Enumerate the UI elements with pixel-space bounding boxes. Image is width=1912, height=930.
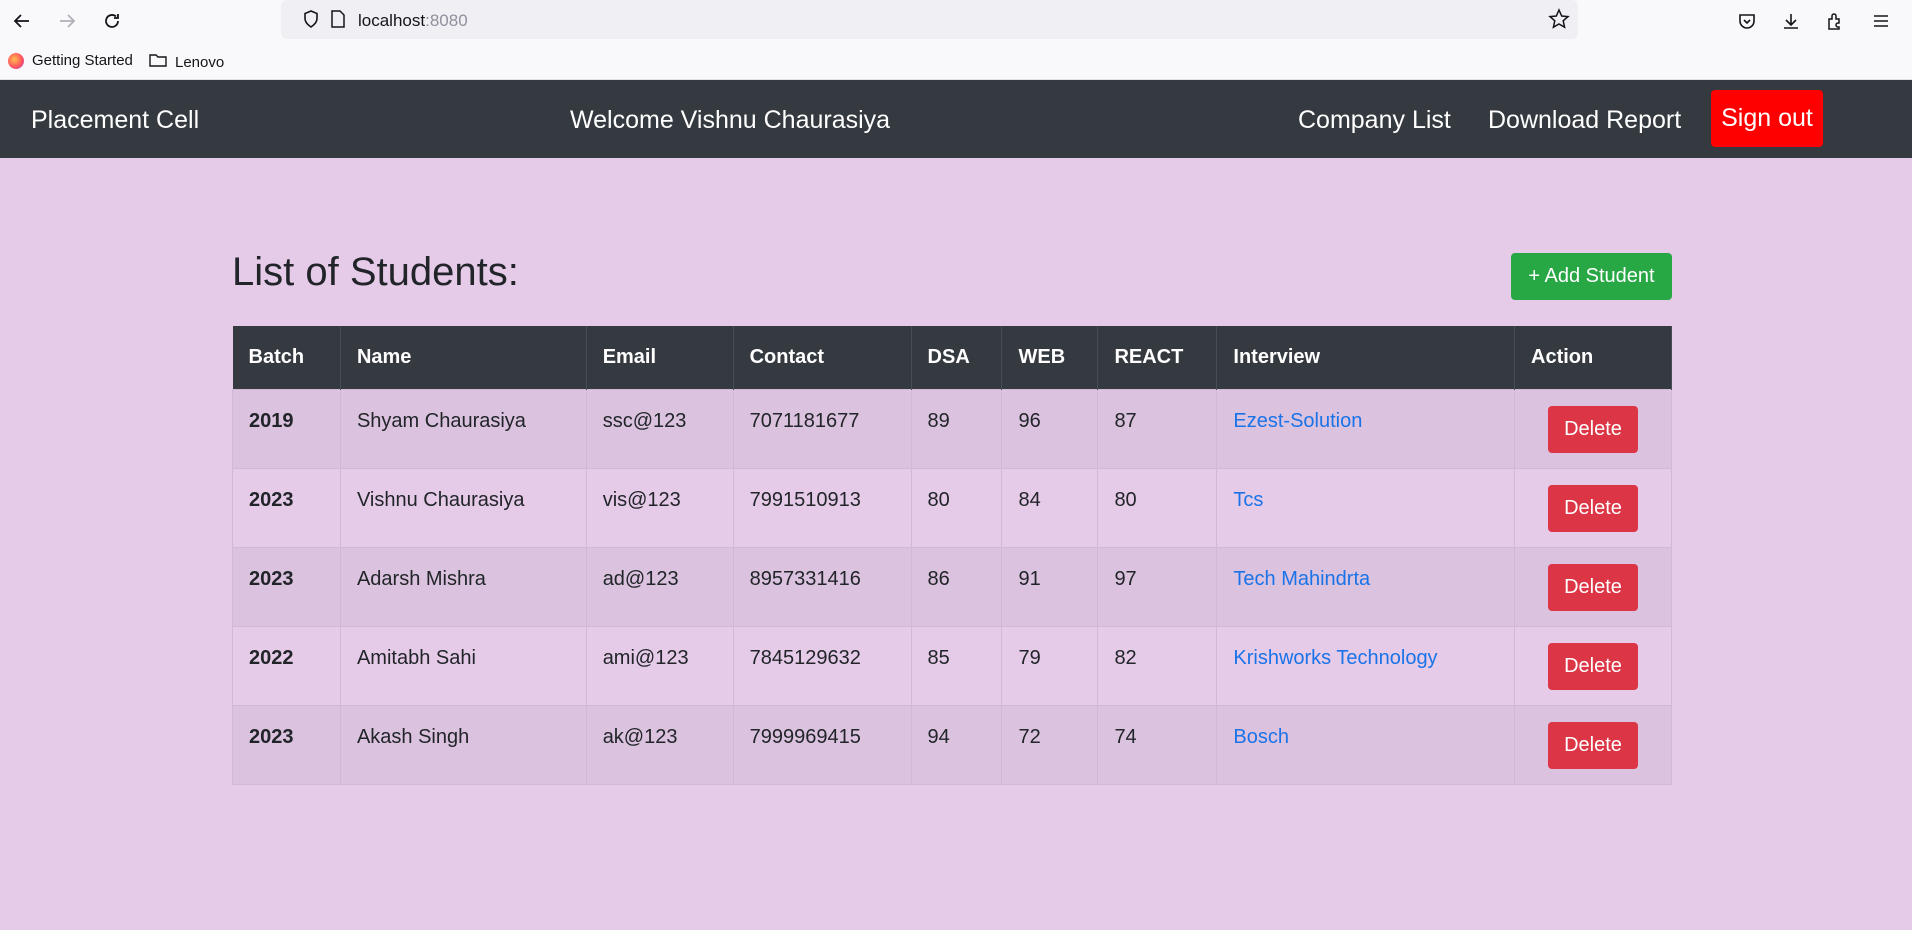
bookmark-label: Lenovo: [175, 53, 225, 71]
cell-action: Delete: [1514, 546, 1672, 627]
cell-email: ami@123: [585, 625, 734, 706]
interview-link[interactable]: Tcs: [1233, 489, 1263, 511]
cell-web: 91: [1001, 546, 1099, 627]
bookmark-getting-started[interactable]: Getting Started: [8, 52, 133, 69]
cell-email: ssc@123: [585, 388, 734, 469]
extensions-icon[interactable]: [1821, 7, 1849, 35]
cell-name: Shyam Chaurasiya: [339, 388, 587, 469]
cell-email: vis@123: [585, 467, 734, 548]
browser-toolbar: localhost:8080: [0, 0, 1912, 42]
bookmarks-bar: Getting Started Lenovo: [0, 42, 1912, 80]
cell-action: Delete: [1514, 467, 1672, 548]
header-dsa: DSA: [911, 326, 1003, 389]
cell-email: ak@123: [585, 704, 734, 785]
download-report-link[interactable]: Download Report: [1488, 106, 1681, 135]
page-title: List of Students:: [232, 250, 519, 294]
cell-dsa: 89: [910, 388, 1003, 469]
delete-button[interactable]: Delete: [1548, 721, 1638, 769]
cell-react: 74: [1097, 704, 1218, 785]
interview-link[interactable]: Bosch: [1233, 726, 1289, 748]
header-react: REACT: [1097, 326, 1218, 389]
download-icon[interactable]: [1777, 7, 1805, 35]
delete-button[interactable]: Delete: [1548, 563, 1638, 611]
page-icon[interactable]: [329, 9, 347, 34]
cell-interview: Ezest-Solution: [1216, 388, 1516, 469]
cell-web: 84: [1001, 467, 1099, 548]
header-batch: Batch: [232, 326, 341, 389]
header-action: Action: [1514, 326, 1672, 389]
cell-action: Delete: [1514, 388, 1672, 469]
welcome-text: Welcome Vishnu Chaurasiya: [570, 106, 891, 134]
header-web: WEB: [1001, 326, 1099, 389]
cell-name: Amitabh Sahi: [339, 625, 587, 706]
bookmark-label: Getting Started: [32, 52, 133, 69]
cell-interview: Bosch: [1216, 704, 1516, 785]
cell-contact: 7845129632: [732, 625, 912, 706]
cell-dsa: 85: [910, 625, 1003, 706]
delete-button[interactable]: Delete: [1548, 642, 1638, 690]
url-bar[interactable]: localhost:8080: [281, 0, 1578, 39]
folder-icon: [149, 52, 167, 72]
cell-contact: 7071181677: [732, 388, 912, 469]
reload-icon[interactable]: [97, 7, 127, 35]
interview-link[interactable]: Krishworks Technology: [1233, 647, 1437, 669]
table-row: 2023 Vishnu Chaurasiya vis@123 799151091…: [232, 467, 1672, 548]
delete-button[interactable]: Delete: [1548, 484, 1638, 532]
cell-batch: 2023: [232, 546, 341, 627]
cell-react: 82: [1097, 625, 1218, 706]
cell-interview: Krishworks Technology: [1216, 625, 1516, 706]
add-student-button[interactable]: + Add Student: [1511, 253, 1672, 300]
cell-dsa: 94: [910, 704, 1003, 785]
cell-web: 96: [1001, 388, 1099, 469]
brand[interactable]: Placement Cell: [31, 106, 199, 135]
cell-dsa: 80: [910, 467, 1003, 548]
header-name: Name: [340, 326, 587, 389]
cell-batch: 2023: [232, 467, 341, 548]
table-row: 2019 Shyam Chaurasiya ssc@123 7071181677…: [232, 388, 1672, 469]
header-contact: Contact: [733, 326, 912, 389]
bookmark-star-icon[interactable]: [1548, 8, 1570, 35]
cell-react: 97: [1097, 546, 1218, 627]
app-navbar: Placement Cell Welcome Vishnu Chaurasiya…: [0, 80, 1912, 158]
delete-button[interactable]: Delete: [1548, 405, 1638, 453]
cell-batch: 2023: [232, 704, 341, 785]
back-icon[interactable]: [7, 7, 37, 35]
firefox-icon: [8, 52, 24, 69]
forward-icon[interactable]: [52, 7, 82, 35]
cell-name: Vishnu Chaurasiya: [339, 467, 587, 548]
interview-link[interactable]: Tech Mahindrta: [1233, 568, 1370, 590]
cell-interview: Tcs: [1216, 467, 1516, 548]
cell-contact: 8957331416: [732, 546, 912, 627]
cell-name: Akash Singh: [339, 704, 587, 785]
shield-icon[interactable]: [301, 9, 321, 34]
sign-out-button[interactable]: Sign out: [1711, 90, 1823, 147]
cell-batch: 2022: [232, 625, 341, 706]
students-table: Batch Name Email Contact DSA WEB REACT I…: [232, 326, 1672, 785]
cell-web: 72: [1001, 704, 1099, 785]
header-interview: Interview: [1216, 326, 1516, 389]
interview-link[interactable]: Ezest-Solution: [1233, 410, 1362, 432]
cell-batch: 2019: [232, 388, 341, 469]
cell-action: Delete: [1514, 704, 1672, 785]
table-row: 2022 Amitabh Sahi ami@123 7845129632 85 …: [232, 625, 1672, 706]
cell-react: 80: [1097, 467, 1218, 548]
cell-contact: 7991510913: [732, 467, 912, 548]
company-list-link[interactable]: Company List: [1298, 106, 1451, 135]
url-text: localhost:8080: [358, 11, 468, 30]
cell-action: Delete: [1514, 625, 1672, 706]
table-row: 2023 Adarsh Mishra ad@123 8957331416 86 …: [232, 546, 1672, 627]
table-header-row: Batch Name Email Contact DSA WEB REACT I…: [232, 326, 1672, 389]
cell-name: Adarsh Mishra: [339, 546, 587, 627]
cell-dsa: 86: [910, 546, 1003, 627]
menu-icon[interactable]: [1867, 7, 1895, 35]
table-row: 2023 Akash Singh ak@123 7999969415 94 72…: [232, 704, 1672, 785]
pocket-icon[interactable]: [1733, 7, 1761, 35]
cell-interview: Tech Mahindrta: [1216, 546, 1516, 627]
cell-react: 87: [1097, 388, 1218, 469]
cell-contact: 7999969415: [732, 704, 912, 785]
cell-email: ad@123: [585, 546, 734, 627]
cell-web: 79: [1001, 625, 1099, 706]
bookmark-lenovo[interactable]: Lenovo: [149, 52, 224, 72]
header-email: Email: [586, 326, 734, 389]
